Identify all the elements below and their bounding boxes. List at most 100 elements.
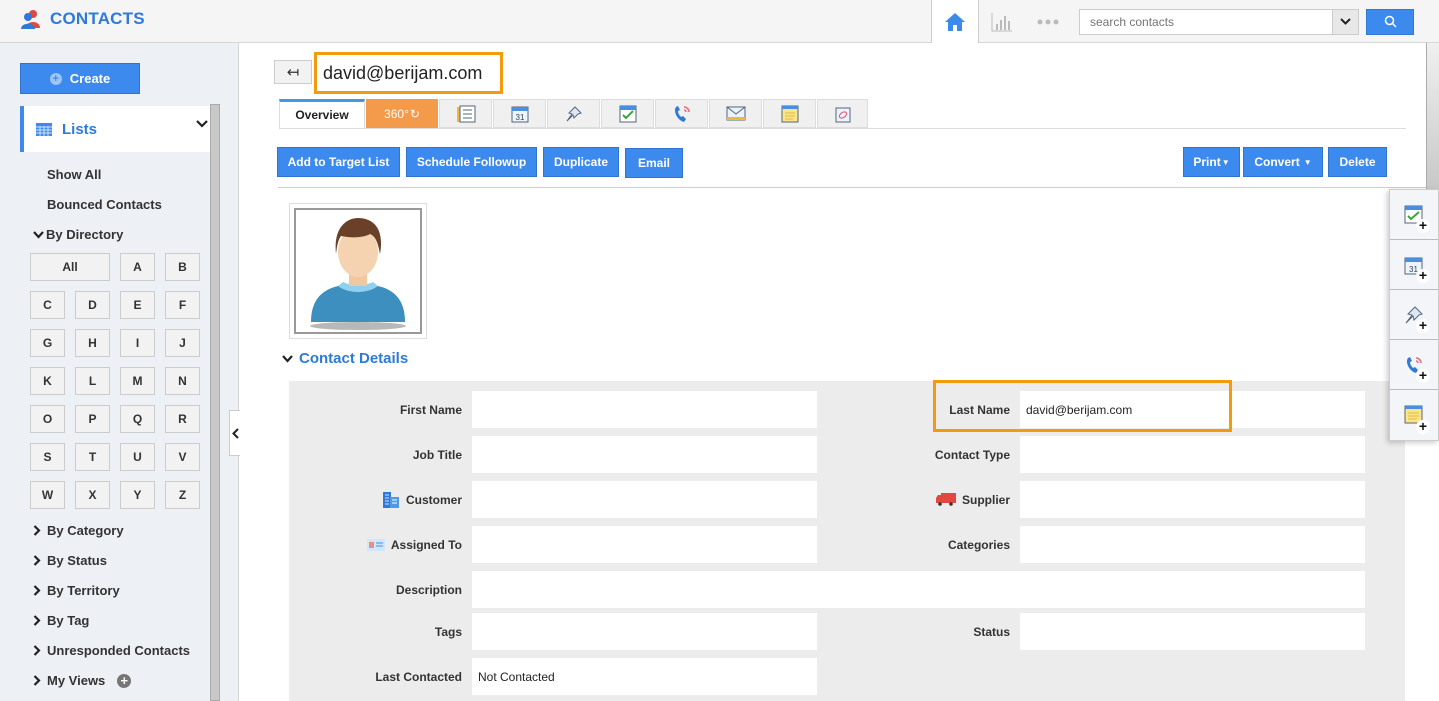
first-name-field[interactable] (472, 391, 817, 428)
last-contacted-field[interactable]: Not Contacted (472, 658, 817, 695)
directory-button-p[interactable]: P (75, 405, 110, 433)
add-view-icon[interactable]: + (117, 673, 132, 688)
tags-label: Tags (434, 624, 462, 639)
directory-button-n[interactable]: N (165, 367, 200, 395)
add-event-button[interactable]: 31 + (1390, 240, 1438, 290)
add-to-target-list-button[interactable]: Add to Target List (277, 147, 400, 177)
directory-button-e[interactable]: E (120, 291, 155, 319)
reports-button[interactable] (979, 0, 1025, 43)
directory-button-o[interactable]: O (30, 405, 65, 433)
lists-label: Lists (62, 120, 98, 138)
call-icon (674, 105, 690, 122)
id-card-icon (366, 538, 385, 551)
directory-button-q[interactable]: Q (120, 405, 155, 433)
directory-button-c[interactable]: C (30, 291, 65, 319)
add-call-button[interactable]: + (1390, 340, 1438, 390)
directory-button-r[interactable]: R (165, 405, 200, 433)
back-button[interactable]: ↤ (274, 60, 312, 84)
chevron-left-icon (231, 427, 239, 439)
tab-notes[interactable] (763, 99, 816, 128)
tags-field[interactable] (472, 613, 817, 650)
schedule-followup-button[interactable]: Schedule Followup (406, 147, 537, 177)
directory-button-v[interactable]: V (165, 443, 200, 471)
search-button[interactable] (1366, 8, 1414, 35)
add-pin-button[interactable]: + (1390, 290, 1438, 340)
search-input[interactable] (1079, 8, 1332, 35)
sidebar-item-my-views[interactable]: My Views + (33, 673, 132, 688)
quick-add-panel: + 31 + + + + (1389, 189, 1439, 441)
tab-attachment[interactable] (817, 99, 868, 128)
avatar-placeholder-icon (310, 218, 406, 330)
tab-pin[interactable] (547, 99, 600, 128)
job-title-field[interactable] (472, 436, 817, 473)
sidebar-item-by-directory[interactable]: By Directory (33, 227, 123, 242)
collapse-sidebar-button[interactable] (229, 410, 240, 456)
sidebar-item-by-territory[interactable]: By Territory (33, 583, 120, 598)
add-note-button[interactable]: + (1390, 390, 1438, 440)
tab-calendar[interactable]: 31 (493, 99, 546, 128)
directory-button-w[interactable]: W (30, 481, 65, 509)
directory-button-u[interactable]: U (120, 443, 155, 471)
contact-details-header[interactable]: Contact Details (282, 350, 408, 367)
more-button[interactable] (1025, 0, 1071, 43)
assigned-to-field[interactable] (472, 526, 817, 563)
supplier-field[interactable] (1020, 481, 1365, 518)
sidebar-item-show-all[interactable]: Show All (47, 167, 101, 182)
sidebar-item-unresponded-contacts[interactable]: Unresponded Contacts (33, 643, 190, 658)
directory-button-a[interactable]: A (120, 253, 155, 281)
email-button[interactable]: Email (625, 148, 683, 178)
app-brand[interactable]: CONTACTS (20, 9, 145, 29)
directory-button-k[interactable]: K (30, 367, 65, 395)
directory-button-t[interactable]: T (75, 443, 110, 471)
directory-button-m[interactable]: M (120, 367, 155, 395)
directory-button-l[interactable]: L (75, 367, 110, 395)
home-button[interactable] (931, 0, 979, 43)
create-button[interactable]: + Create (20, 63, 140, 94)
record-tabs: Overview 360° ↻ 31 (279, 99, 869, 129)
directory-button-i[interactable]: I (120, 329, 155, 357)
delete-button[interactable]: Delete (1328, 147, 1387, 177)
tab-call[interactable] (655, 99, 708, 128)
categories-field[interactable] (1020, 526, 1365, 563)
duplicate-button[interactable]: Duplicate (543, 147, 619, 177)
last-name-highlight (933, 380, 1232, 432)
directory-button-g[interactable]: G (30, 329, 65, 357)
sidebar-item-by-status[interactable]: By Status (33, 553, 107, 568)
customer-label-wrap: Customer (289, 481, 462, 518)
directory-button-x[interactable]: X (75, 481, 110, 509)
directory-button-y[interactable]: Y (120, 481, 155, 509)
job-title-label: Job Title (412, 447, 462, 462)
tab-email[interactable] (709, 99, 762, 128)
customer-field[interactable] (472, 481, 817, 518)
status-field[interactable] (1020, 613, 1365, 650)
sidebar-item-by-category[interactable]: By Category (33, 523, 124, 538)
assigned-to-label: Assigned To (390, 537, 462, 552)
tab-task[interactable] (601, 99, 654, 128)
sidebar-item-by-tag[interactable]: By Tag (33, 613, 89, 628)
add-task-button[interactable]: + (1390, 190, 1438, 240)
convert-button[interactable]: Convert ▼ (1243, 147, 1323, 177)
directory-button-j[interactable]: J (165, 329, 200, 357)
contact-type-field[interactable] (1020, 436, 1365, 473)
description-field[interactable] (472, 571, 1365, 608)
lists-header[interactable]: Lists (20, 106, 210, 152)
tab-360[interactable]: 360° ↻ (366, 99, 438, 128)
sidebar-item-bounced-contacts[interactable]: Bounced Contacts (47, 197, 162, 212)
directory-button-s[interactable]: S (30, 443, 65, 471)
directory-button-z[interactable]: Z (165, 481, 200, 509)
contacts-logo-icon (21, 10, 40, 29)
directory-button-all[interactable]: All (30, 253, 110, 281)
search-dropdown[interactable] (1332, 8, 1359, 35)
directory-button-h[interactable]: H (75, 329, 110, 357)
directory-button-b[interactable]: B (165, 253, 200, 281)
contact-photo[interactable] (289, 203, 427, 339)
tab-details[interactable] (439, 99, 492, 128)
sidebar-scrollbar[interactable] (210, 104, 220, 701)
create-label: Create (69, 71, 111, 86)
directory-button-f[interactable]: F (165, 291, 200, 319)
directory-button-d[interactable]: D (75, 291, 110, 319)
sidebar: + Create Lists Show All Bounced Contacts… (0, 43, 240, 701)
print-button[interactable]: Print ▼ (1183, 147, 1240, 177)
tab-overview[interactable]: Overview (279, 99, 365, 128)
page-scrollbar[interactable] (1426, 43, 1439, 189)
